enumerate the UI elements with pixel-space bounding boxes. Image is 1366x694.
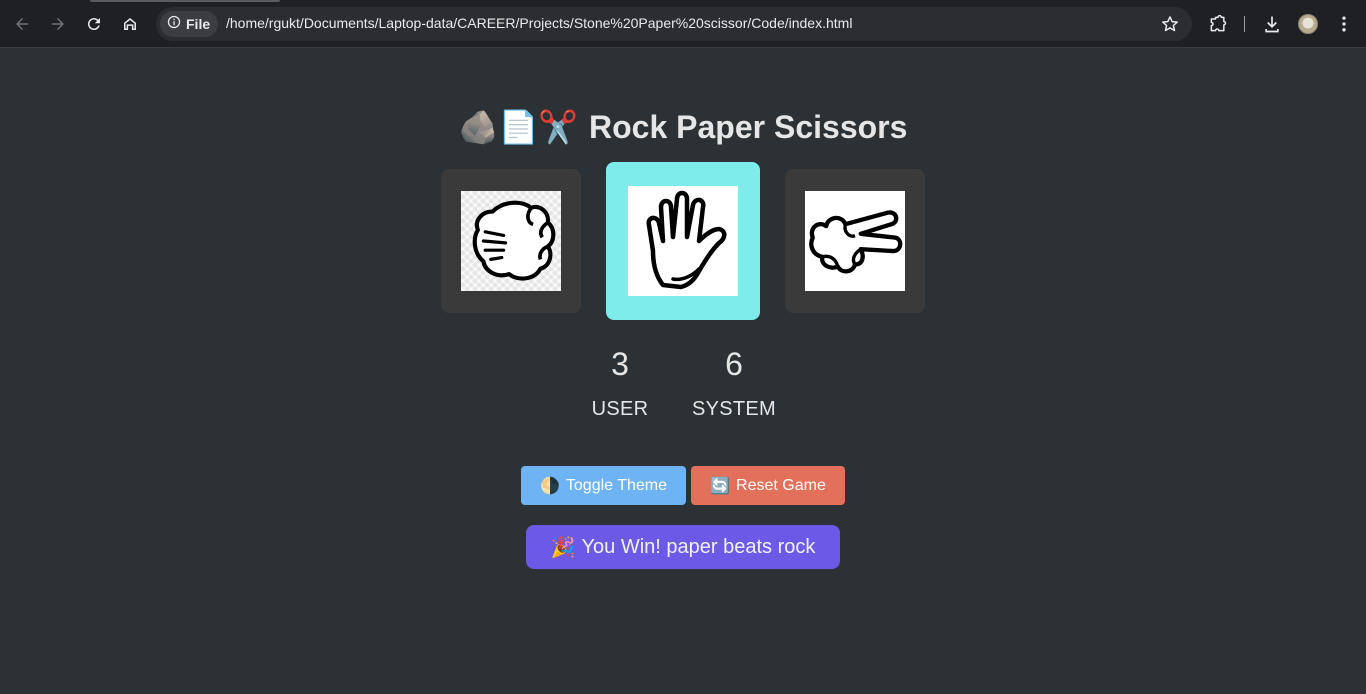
- extensions-icon[interactable]: [1203, 9, 1233, 39]
- active-tab-indicator: [90, 0, 280, 2]
- result-banner: 🎉 You Win! paper beats rock: [526, 525, 840, 569]
- system-score: 6 SYSTEM: [674, 344, 794, 421]
- toggle-theme-button[interactable]: 🌗 Toggle Theme: [521, 466, 686, 505]
- home-icon[interactable]: [115, 9, 145, 39]
- user-score-label: USER: [591, 398, 649, 420]
- theme-icon: 🌗: [539, 477, 560, 495]
- reset-game-button[interactable]: 🔄 Reset Game: [691, 466, 845, 505]
- party-icon: 🎉: [550, 536, 576, 559]
- scheme-label: File: [186, 16, 211, 32]
- reset-icon: 🔄: [710, 477, 731, 495]
- toggle-theme-label: Toggle Theme: [565, 476, 668, 494]
- menu-icon[interactable]: [1329, 9, 1359, 39]
- result-text: You Win! paper beats rock: [581, 535, 816, 558]
- url-text[interactable]: /home/rgukt/Documents/Laptop-data/CAREER…: [226, 15, 852, 31]
- page-title: 🪨📄✂️ Rock Paper Scissors: [0, 108, 1366, 146]
- title-emoji: 🪨📄✂️: [458, 109, 579, 145]
- reload-icon[interactable]: [79, 9, 109, 39]
- paper-choice[interactable]: [606, 162, 760, 320]
- user-score: 3 USER: [560, 344, 680, 421]
- title-text: Rock Paper Scissors: [589, 109, 908, 145]
- browser-toolbar: File /home/rgukt/Documents/Laptop-data/C…: [0, 0, 1366, 48]
- site-info-chip[interactable]: File: [160, 11, 218, 37]
- game-page: 🪨📄✂️ Rock Paper Scissors 3 USER 6 SYSTEM…: [0, 48, 1366, 694]
- rock-choice[interactable]: [441, 169, 581, 313]
- profile-button[interactable]: [1293, 9, 1323, 39]
- scissors-icon: [805, 191, 905, 291]
- rock-icon: [461, 191, 561, 291]
- system-score-label: SYSTEM: [691, 398, 777, 420]
- back-icon[interactable]: [7, 9, 37, 39]
- paper-icon: [628, 186, 738, 296]
- reset-game-label: Reset Game: [736, 476, 826, 494]
- user-score-value: 3: [611, 346, 629, 382]
- forward-icon[interactable]: [43, 9, 73, 39]
- toolbar-divider: [1244, 16, 1245, 32]
- address-bar[interactable]: File /home/rgukt/Documents/Laptop-data/C…: [156, 7, 1192, 41]
- info-icon: [167, 15, 181, 34]
- scissors-choice[interactable]: [785, 169, 925, 313]
- star-icon[interactable]: [1160, 14, 1180, 34]
- system-score-value: 6: [725, 346, 743, 382]
- download-icon[interactable]: [1257, 9, 1287, 39]
- avatar: [1298, 14, 1318, 34]
